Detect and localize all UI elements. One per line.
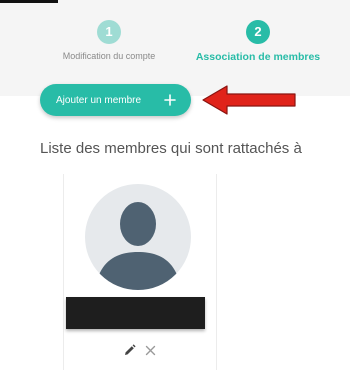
step-association-de-membres[interactable]: 2 Association de membres [180, 20, 336, 63]
add-member-button-label: Ajouter un membre [56, 94, 142, 106]
step-label: Association de membres [195, 51, 321, 63]
step-modification-du-compte[interactable]: 1 Modification du compte [40, 20, 178, 61]
close-icon[interactable] [145, 345, 156, 356]
member-card [63, 174, 217, 370]
default-user-avatar-icon [85, 184, 191, 290]
member-association-page: 1 Modification du compte 2 Association d… [0, 0, 350, 381]
top-edge-bar [0, 0, 58, 3]
member-name-redacted [66, 297, 205, 329]
step-number-badge: 2 [246, 20, 270, 44]
add-member-button[interactable]: Ajouter un membre [40, 84, 191, 116]
members-list-title: Liste des membres qui sont rattachés à [40, 140, 302, 157]
step-label: Modification du compte [62, 51, 156, 61]
pencil-icon[interactable] [123, 344, 136, 357]
plus-icon [164, 94, 176, 106]
step-number-badge: 1 [97, 20, 121, 44]
member-card-actions [114, 344, 164, 357]
red-arrow-annotation-icon [202, 85, 296, 115]
